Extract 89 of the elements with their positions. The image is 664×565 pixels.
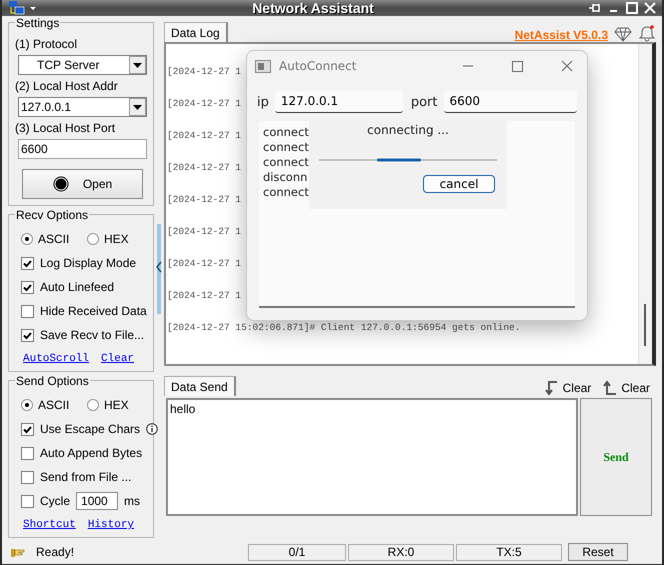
clear-button[interactable]: Clear <box>601 380 650 396</box>
link[interactable]: Clear <box>101 353 134 365</box>
open-button[interactable]: Open <box>22 169 143 199</box>
port-field[interactable]: 6600 <box>444 91 577 113</box>
diamond-icon[interactable] <box>614 26 632 42</box>
field-label: ip <box>257 94 269 110</box>
scrollbar[interactable] <box>638 44 652 364</box>
connection-log-line: connect <box>263 140 309 155</box>
connection-log-line: connect <box>263 125 309 140</box>
field-label: (2) Local Host Addr <box>15 79 119 93</box>
checkbox[interactable] <box>21 470 34 484</box>
group-title: Settings <box>15 16 60 30</box>
tab[interactable]: Data Send <box>164 376 236 396</box>
log-line: [2024-12-27 1 <box>167 98 242 111</box>
tab[interactable]: Data Log <box>164 22 228 42</box>
radio-button[interactable] <box>21 233 33 245</box>
splitter-handle-icon[interactable] <box>156 224 162 314</box>
dropdown-button[interactable] <box>129 56 146 74</box>
radio-label: HEX <box>104 398 129 412</box>
group-title: Send Options <box>15 374 90 388</box>
connection-log-line: connect <box>263 155 309 170</box>
network-icon[interactable] <box>8 0 38 16</box>
checkbox[interactable] <box>21 256 34 270</box>
up-arrow-icon <box>601 380 618 396</box>
field-label: (1) Protocol <box>15 37 78 51</box>
dialog-title: AutoConnect <box>279 59 358 73</box>
interval-field[interactable]: 1000 <box>76 492 118 510</box>
status-counter: 0/1 <box>248 544 346 560</box>
info-icon[interactable] <box>146 423 158 435</box>
log-line: [2024-12-27 1 <box>167 290 242 303</box>
checkbox[interactable] <box>21 494 34 508</box>
group-title: Recv Options <box>15 208 90 222</box>
status-counter: TX:5 <box>456 544 562 560</box>
field-label: port <box>410 94 438 110</box>
radio-label: ASCII <box>38 398 70 412</box>
log-line: [2024-12-27 1 <box>167 258 242 271</box>
checkbox[interactable] <box>21 446 34 460</box>
radio-label: HEX <box>104 232 129 246</box>
link[interactable]: AutoScroll <box>23 353 90 365</box>
checkbox-label: Save Recv to File... <box>40 328 144 342</box>
link[interactable]: Shortcut <box>23 519 76 531</box>
pin-icon[interactable] <box>588 1 602 15</box>
log-line: [2024-12-27 1 <box>167 66 242 79</box>
log-line: [2024-12-27 1 <box>167 226 242 239</box>
checkbox-label: Auto Linefeed <box>40 280 114 294</box>
connection-log-line: connect <box>263 185 309 200</box>
progress-status: connecting ... <box>367 123 449 137</box>
ip-field[interactable]: 127.0.0.1 <box>274 91 403 113</box>
field-label: (3) Local Host Port <box>15 121 116 135</box>
send-text-field[interactable]: hello <box>166 398 578 516</box>
clear-button[interactable]: Clear <box>542 380 592 396</box>
unit-label: ms <box>124 494 140 508</box>
app-icon <box>255 60 271 72</box>
input-field[interactable]: 6600 <box>18 139 147 159</box>
radio-button[interactable] <box>87 233 99 245</box>
checkbox-label: Use Escape Chars <box>40 422 140 436</box>
radio-button[interactable] <box>87 399 99 411</box>
radio-button[interactable] <box>21 399 33 411</box>
log-line: [2024-12-27 15:02:06.871]# Client 127.0.0.1:56954 gets online. <box>167 322 520 335</box>
hand-pointer-icon <box>10 546 26 558</box>
maximize-icon[interactable] <box>512 60 523 72</box>
status-counter: RX:0 <box>348 544 454 560</box>
checkbox-label: Send from File ... <box>40 470 132 484</box>
cancel-button[interactable]: cancel <box>423 175 495 193</box>
send-button[interactable]: Send <box>580 398 652 516</box>
checkbox[interactable] <box>21 304 34 318</box>
status-message: Ready! <box>36 545 74 559</box>
checkbox[interactable] <box>21 328 34 342</box>
log-line: [2024-12-27 1 <box>167 130 242 143</box>
checkbox[interactable] <box>21 422 34 436</box>
down-arrow-icon <box>542 380 559 396</box>
log-line: [2024-12-27 1 <box>167 194 242 207</box>
radio-label: ASCII <box>38 232 70 246</box>
record-icon <box>52 176 69 192</box>
select-field[interactable]: 127.0.0.1 <box>18 97 147 117</box>
reset-button[interactable]: Reset <box>568 543 628 561</box>
window-title: Network Assistant <box>251 0 375 16</box>
bell-icon[interactable] <box>638 24 656 42</box>
link[interactable]: History <box>88 519 134 531</box>
connection-log-line: disconn <box>263 170 308 185</box>
select-field[interactable]: TCP Server <box>18 55 147 75</box>
checkbox-label: Cycle <box>40 494 70 508</box>
checkbox-label: Auto Append Bytes <box>40 446 142 460</box>
checkbox[interactable] <box>21 280 34 294</box>
log-line: [2024-12-27 1 <box>167 162 242 175</box>
checkbox-label: Log Display Mode <box>40 256 136 270</box>
close-icon[interactable] <box>561 60 573 72</box>
dropdown-button[interactable] <box>129 98 146 116</box>
checkbox-label: Hide Received Data <box>40 304 147 318</box>
